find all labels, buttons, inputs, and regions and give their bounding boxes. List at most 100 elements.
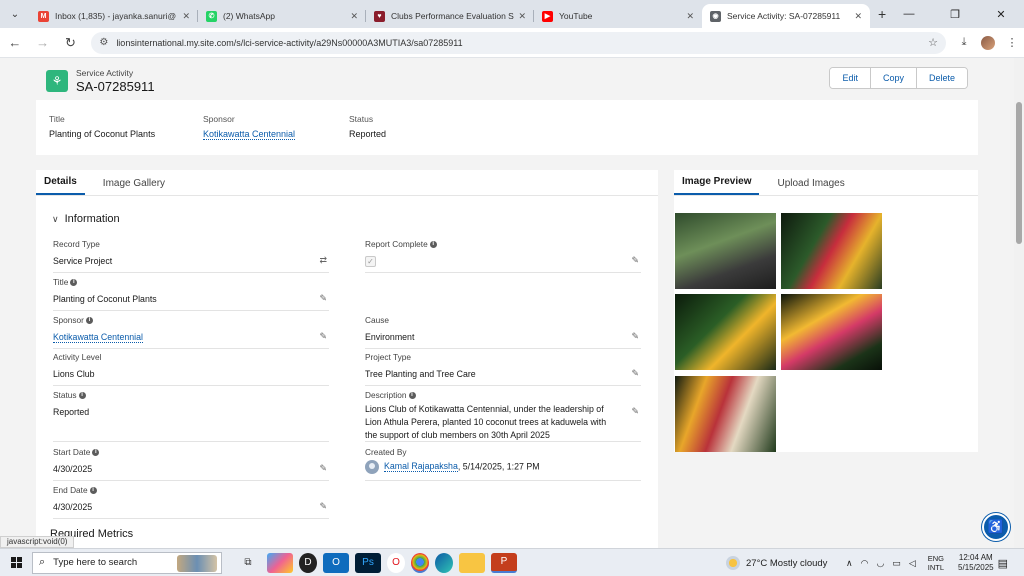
bookmark-star-icon[interactable]: ☆ [928,36,938,49]
field-label: Record Type [53,239,100,249]
field-value: Reported [53,407,90,417]
edit-pencil-icon[interactable]: ✎ [631,406,639,417]
field-status: Status i Reported [53,390,329,442]
accessibility-icon[interactable]: ♿ [982,513,1010,541]
file-explorer-icon[interactable] [459,552,485,573]
field-project-type: Project Type Tree Planting and Tree Care… [365,352,641,386]
edge-icon[interactable] [435,552,453,573]
youtube-icon: ▶ [542,10,553,22]
address-bar[interactable]: ⚙ lionsinternational.my.site.com/s/lci-s… [91,31,947,54]
close-icon[interactable]: ✕ [686,11,694,22]
edit-pencil-icon[interactable]: ✎ [319,331,327,342]
info-icon[interactable]: i [85,316,93,324]
opera-icon[interactable]: O [387,552,405,573]
windows-start-icon[interactable] [0,549,32,576]
network-icon[interactable]: ◠ [861,558,869,569]
tab-image-gallery[interactable]: Image Gallery [95,178,173,195]
reload-icon[interactable]: ↻ [58,30,84,56]
browser-tab-whatsapp[interactable]: ✆ (2) WhatsApp ✕ [198,4,366,28]
close-icon[interactable]: ✕ [182,11,190,22]
info-icon[interactable]: i [70,278,78,286]
weather-icon [726,556,740,570]
field-end-date: End Date i 4/30/2025 ✎ [53,485,329,519]
highlight-title: Title Planting of Coconut Plants [49,114,155,139]
photoshop-icon[interactable]: Ps [355,552,381,573]
browser-tab-gmail[interactable]: M Inbox (1,835) - jayanka.sanuri@ ✕ [30,4,198,28]
chevron-up-icon[interactable]: ∧ [846,558,853,569]
info-icon[interactable]: i [78,391,86,399]
restore-icon[interactable]: ❐ [932,0,978,28]
task-view-icon[interactable]: ⧉ [235,553,261,573]
language-indicator[interactable]: ENG INTL [928,554,944,572]
field-value: Tree Planting and Tree Care [365,369,476,379]
close-window-icon[interactable]: ✕ [978,0,1024,28]
section-information[interactable]: ∨ Information [52,213,120,225]
browser-tab-youtube[interactable]: ▶ YouTube ✕ [534,4,702,28]
keyboard-layout: INTL [927,563,945,572]
language-code: ENG [927,554,945,563]
notification-icon[interactable]: ▤ [998,557,1008,570]
copilot-icon[interactable] [267,552,293,573]
edit-pencil-icon[interactable]: ✎ [319,293,327,304]
browser-tab-clubs[interactable]: ♥ Clubs Performance Evaluation S ✕ [366,4,534,28]
browser-status-bar: javascript:void(0) [0,536,75,548]
browser-tab-service-activity[interactable]: ◉ Service Activity: SA-07285911 ✕ [702,4,870,28]
edit-button[interactable]: Edit [830,68,870,88]
info-icon[interactable]: i [92,448,100,456]
clock[interactable]: 12:04 AM 5/15/2025 [958,553,994,573]
image-thumbnail[interactable] [675,213,776,289]
tab-details[interactable]: Details [36,176,85,195]
close-icon[interactable]: ✕ [518,11,526,22]
battery-icon[interactable]: ▭ [892,558,901,569]
powerpoint-icon[interactable]: P [491,552,517,573]
info-icon[interactable]: i [89,486,97,494]
minimize-icon[interactable]: — [886,0,932,28]
edit-pencil-icon[interactable]: ✎ [631,368,639,379]
menu-icon[interactable]: ⋮ [1000,36,1024,49]
back-icon[interactable]: ← [2,30,28,56]
close-icon[interactable]: ✕ [350,11,358,22]
tab-image-preview[interactable]: Image Preview [674,176,760,195]
image-thumbnail[interactable] [781,213,882,289]
section-title: Information [64,213,120,225]
search-placeholder: Type here to search [53,557,138,568]
field-label: Title [53,277,69,287]
dell-icon[interactable]: D [299,552,317,573]
site-settings-icon[interactable]: ⚙ [99,37,108,48]
forward-icon[interactable]: → [30,30,56,56]
image-thumbnail[interactable] [675,376,776,452]
taskbar-apps: ⧉ D O Ps O P [232,552,520,573]
edit-pencil-icon[interactable]: ✎ [319,501,327,512]
field-report-complete: Report Complete i ✓ ✎ [365,239,641,273]
new-tab-icon[interactable]: + [878,6,886,22]
image-thumbnail[interactable] [675,294,776,370]
weather-widget[interactable]: 27°C Mostly cloudy [726,549,827,576]
outlook-icon[interactable]: O [323,552,349,573]
tab-search-icon[interactable]: ⌄ [6,5,24,23]
chrome-icon[interactable] [411,552,429,573]
volume-icon[interactable]: ◁ [909,558,916,569]
profile-avatar[interactable] [976,35,1000,50]
highlight-sponsor-link[interactable]: Kotikawatta Centennial [203,129,296,140]
edit-pencil-icon[interactable]: ✎ [319,463,327,474]
info-icon[interactable]: i [429,240,437,248]
delete-button[interactable]: Delete [915,68,967,88]
page-scrollbar[interactable] [1014,58,1024,548]
info-icon[interactable]: i [408,391,416,399]
user-avatar [365,460,379,474]
clock-date: 5/15/2025 [958,563,994,572]
edit-pencil-icon[interactable]: ✎ [631,255,639,266]
clock-time: 12:04 AM [958,553,993,562]
taskbar-search[interactable]: ⌕ Type here to search [32,551,222,574]
copy-button[interactable]: Copy [869,68,916,88]
created-by-user-link[interactable]: Kamal Rajapaksha [384,461,458,473]
close-icon[interactable]: ✕ [854,11,862,22]
tab-upload-images[interactable]: Upload Images [769,178,852,195]
sponsor-link[interactable]: Kotikawatta Centennial [53,332,143,343]
url-text[interactable]: lionsinternational.my.site.com/s/lci-ser… [116,38,928,48]
image-thumbnail[interactable] [781,294,882,370]
change-record-type-icon[interactable]: ⇄ [319,255,327,266]
wifi-icon[interactable]: ◡ [876,558,884,569]
download-icon[interactable]: ⤓ [952,36,976,49]
edit-pencil-icon[interactable]: ✎ [631,331,639,342]
